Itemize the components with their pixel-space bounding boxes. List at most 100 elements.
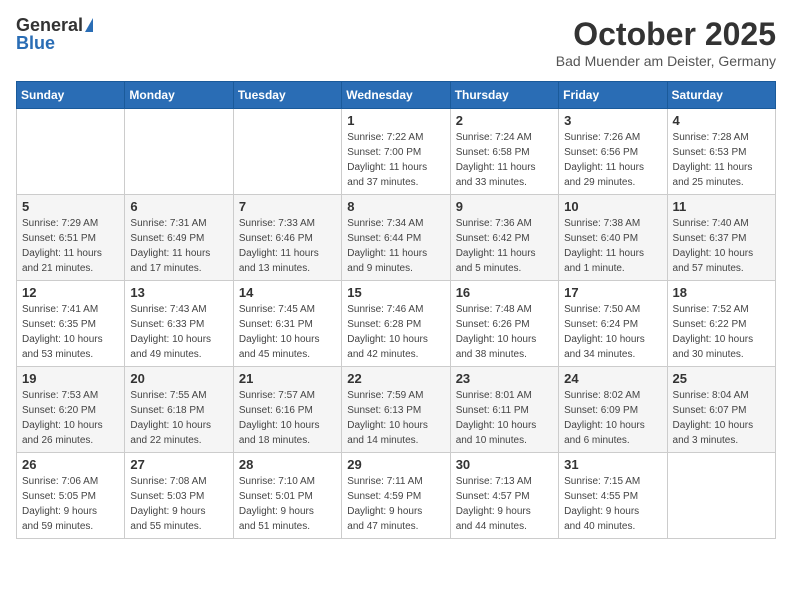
day-cell: 14 Sunrise: 7:45 AM Sunset: 6:31 PM Dayli… bbox=[233, 281, 341, 367]
week-row-2: 5Sunrise: 7:29 AM Sunset: 6:51 PM Daylig… bbox=[17, 195, 776, 281]
day-number: 3 bbox=[564, 113, 661, 128]
day-cell: 12Sunrise: 7:41 AM Sunset: 6:35 PM Dayli… bbox=[17, 281, 125, 367]
day-cell: 25Sunrise: 8:04 AM Sunset: 6:07 PM Dayli… bbox=[667, 367, 775, 453]
day-number: 21 bbox=[239, 371, 336, 386]
day-info: Sunrise: 7:06 AM Sunset: 5:05 PM Dayligh… bbox=[22, 474, 119, 534]
day-cell: 28 Sunrise: 7:10 AM Sunset: 5:01 PM Dayli… bbox=[233, 453, 341, 539]
day-cell: 23Sunrise: 8:01 AM Sunset: 6:11 PM Dayli… bbox=[450, 367, 558, 453]
day-number: 26 bbox=[22, 457, 119, 472]
week-row-3: 12Sunrise: 7:41 AM Sunset: 6:35 PM Dayli… bbox=[17, 281, 776, 367]
day-cell: 2 Sunrise: 7:24 AM Sunset: 6:58 PM Daylig… bbox=[450, 109, 558, 195]
weekday-header-row: SundayMondayTuesdayWednesdayThursdayFrid… bbox=[17, 82, 776, 109]
day-cell: 7Sunrise: 7:33 AM Sunset: 6:46 PM Daylig… bbox=[233, 195, 341, 281]
weekday-header-thursday: Thursday bbox=[450, 82, 558, 109]
day-info: Sunrise: 7:40 AM Sunset: 6:37 PM Dayligh… bbox=[673, 216, 770, 276]
day-number: 9 bbox=[456, 199, 553, 214]
day-info: Sunrise: 7:34 AM Sunset: 6:44 PM Dayligh… bbox=[347, 216, 444, 276]
weekday-header-monday: Monday bbox=[125, 82, 233, 109]
day-cell bbox=[125, 109, 233, 195]
day-cell bbox=[17, 109, 125, 195]
day-number: 24 bbox=[564, 371, 661, 386]
day-info: Sunrise: 7:46 AM Sunset: 6:28 PM Dayligh… bbox=[347, 302, 444, 362]
day-cell: 10 Sunrise: 7:38 AM Sunset: 6:40 PM Dayli… bbox=[559, 195, 667, 281]
day-number: 20 bbox=[130, 371, 227, 386]
day-cell: 22 Sunrise: 7:59 AM Sunset: 6:13 PM Dayli… bbox=[342, 367, 450, 453]
day-number: 5 bbox=[22, 199, 119, 214]
day-cell: 26 Sunrise: 7:06 AM Sunset: 5:05 PM Dayli… bbox=[17, 453, 125, 539]
day-number: 6 bbox=[130, 199, 227, 214]
page-header: General Blue October 2025 Bad Muender am… bbox=[16, 16, 776, 69]
day-info: Sunrise: 7:13 AM Sunset: 4:57 PM Dayligh… bbox=[456, 474, 553, 534]
weekday-header-wednesday: Wednesday bbox=[342, 82, 450, 109]
weekday-header-sunday: Sunday bbox=[17, 82, 125, 109]
day-number: 17 bbox=[564, 285, 661, 300]
day-cell: 15 Sunrise: 7:46 AM Sunset: 6:28 PM Dayli… bbox=[342, 281, 450, 367]
logo: General Blue bbox=[16, 16, 93, 52]
day-info: Sunrise: 7:43 AM Sunset: 6:33 PM Dayligh… bbox=[130, 302, 227, 362]
logo-general-text: General bbox=[16, 16, 83, 34]
day-number: 19 bbox=[22, 371, 119, 386]
day-cell bbox=[233, 109, 341, 195]
day-number: 12 bbox=[22, 285, 119, 300]
day-info: Sunrise: 8:02 AM Sunset: 6:09 PM Dayligh… bbox=[564, 388, 661, 448]
logo-icon bbox=[85, 18, 93, 32]
day-number: 25 bbox=[673, 371, 770, 386]
weekday-header-saturday: Saturday bbox=[667, 82, 775, 109]
week-row-5: 26 Sunrise: 7:06 AM Sunset: 5:05 PM Dayli… bbox=[17, 453, 776, 539]
day-cell: 4 Sunrise: 7:28 AM Sunset: 6:53 PM Daylig… bbox=[667, 109, 775, 195]
day-number: 4 bbox=[673, 113, 770, 128]
day-number: 11 bbox=[673, 199, 770, 214]
day-cell: 30 Sunrise: 7:13 AM Sunset: 4:57 PM Dayli… bbox=[450, 453, 558, 539]
day-info: Sunrise: 7:45 AM Sunset: 6:31 PM Dayligh… bbox=[239, 302, 336, 362]
day-info: Sunrise: 7:33 AM Sunset: 6:46 PM Dayligh… bbox=[239, 216, 336, 276]
day-number: 27 bbox=[130, 457, 227, 472]
day-cell: 20Sunrise: 7:55 AM Sunset: 6:18 PM Dayli… bbox=[125, 367, 233, 453]
week-row-1: 1 Sunrise: 7:22 AM Sunset: 7:00 PM Daylig… bbox=[17, 109, 776, 195]
day-number: 29 bbox=[347, 457, 444, 472]
day-cell: 19 Sunrise: 7:53 AM Sunset: 6:20 PM Dayli… bbox=[17, 367, 125, 453]
day-info: Sunrise: 7:38 AM Sunset: 6:40 PM Dayligh… bbox=[564, 216, 661, 276]
weekday-header-tuesday: Tuesday bbox=[233, 82, 341, 109]
day-number: 1 bbox=[347, 113, 444, 128]
day-info: Sunrise: 7:10 AM Sunset: 5:01 PM Dayligh… bbox=[239, 474, 336, 534]
day-info: Sunrise: 7:28 AM Sunset: 6:53 PM Dayligh… bbox=[673, 130, 770, 190]
day-cell: 24 Sunrise: 8:02 AM Sunset: 6:09 PM Dayli… bbox=[559, 367, 667, 453]
day-cell: 31 Sunrise: 7:15 AM Sunset: 4:55 PM Dayli… bbox=[559, 453, 667, 539]
day-number: 15 bbox=[347, 285, 444, 300]
day-info: Sunrise: 7:26 AM Sunset: 6:56 PM Dayligh… bbox=[564, 130, 661, 190]
day-cell bbox=[667, 453, 775, 539]
day-info: Sunrise: 7:36 AM Sunset: 6:42 PM Dayligh… bbox=[456, 216, 553, 276]
weekday-header-friday: Friday bbox=[559, 82, 667, 109]
day-cell: 21Sunrise: 7:57 AM Sunset: 6:16 PM Dayli… bbox=[233, 367, 341, 453]
calendar-location: Bad Muender am Deister, Germany bbox=[556, 53, 776, 69]
day-cell: 18 Sunrise: 7:52 AM Sunset: 6:22 PM Dayli… bbox=[667, 281, 775, 367]
day-number: 23 bbox=[456, 371, 553, 386]
logo-blue-text: Blue bbox=[16, 34, 55, 52]
day-number: 2 bbox=[456, 113, 553, 128]
day-info: Sunrise: 7:59 AM Sunset: 6:13 PM Dayligh… bbox=[347, 388, 444, 448]
day-info: Sunrise: 7:52 AM Sunset: 6:22 PM Dayligh… bbox=[673, 302, 770, 362]
day-number: 22 bbox=[347, 371, 444, 386]
day-cell: 3 Sunrise: 7:26 AM Sunset: 6:56 PM Daylig… bbox=[559, 109, 667, 195]
day-number: 13 bbox=[130, 285, 227, 300]
week-row-4: 19 Sunrise: 7:53 AM Sunset: 6:20 PM Dayli… bbox=[17, 367, 776, 453]
day-number: 10 bbox=[564, 199, 661, 214]
day-cell: 27Sunrise: 7:08 AM Sunset: 5:03 PM Dayli… bbox=[125, 453, 233, 539]
day-info: Sunrise: 7:24 AM Sunset: 6:58 PM Dayligh… bbox=[456, 130, 553, 190]
day-info: Sunrise: 7:53 AM Sunset: 6:20 PM Dayligh… bbox=[22, 388, 119, 448]
day-cell: 17 Sunrise: 7:50 AM Sunset: 6:24 PM Dayli… bbox=[559, 281, 667, 367]
day-number: 28 bbox=[239, 457, 336, 472]
day-cell: 9 Sunrise: 7:36 AM Sunset: 6:42 PM Daylig… bbox=[450, 195, 558, 281]
day-info: Sunrise: 7:15 AM Sunset: 4:55 PM Dayligh… bbox=[564, 474, 661, 534]
day-info: Sunrise: 7:31 AM Sunset: 6:49 PM Dayligh… bbox=[130, 216, 227, 276]
day-number: 31 bbox=[564, 457, 661, 472]
day-cell: 1 Sunrise: 7:22 AM Sunset: 7:00 PM Daylig… bbox=[342, 109, 450, 195]
day-number: 30 bbox=[456, 457, 553, 472]
day-cell: 5Sunrise: 7:29 AM Sunset: 6:51 PM Daylig… bbox=[17, 195, 125, 281]
day-number: 14 bbox=[239, 285, 336, 300]
day-number: 8 bbox=[347, 199, 444, 214]
day-number: 18 bbox=[673, 285, 770, 300]
day-info: Sunrise: 7:22 AM Sunset: 7:00 PM Dayligh… bbox=[347, 130, 444, 190]
day-cell: 8 Sunrise: 7:34 AM Sunset: 6:44 PM Daylig… bbox=[342, 195, 450, 281]
day-info: Sunrise: 7:50 AM Sunset: 6:24 PM Dayligh… bbox=[564, 302, 661, 362]
